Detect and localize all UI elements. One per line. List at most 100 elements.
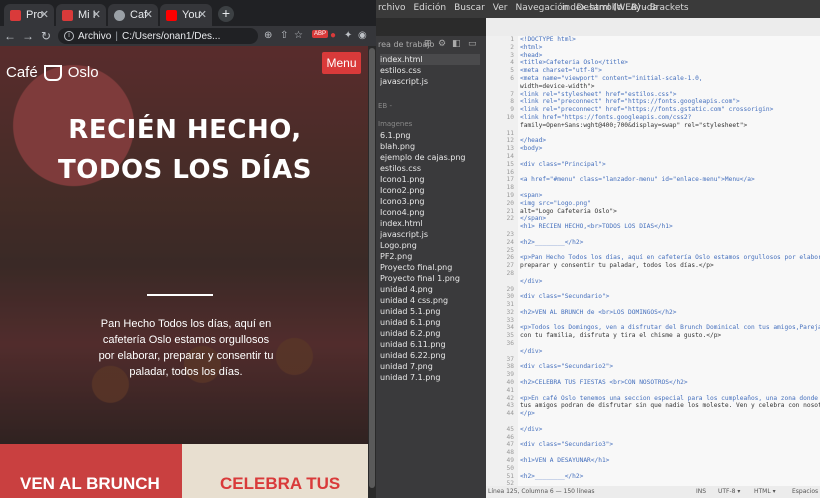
menu-buscar[interactable]: Buscar [454,3,485,13]
code-line[interactable] [520,387,820,395]
code-line[interactable]: <p>Todos los Domingos, ven a disfrutar d… [520,324,820,332]
code-line[interactable]: <link rel="preconnect" href="https://fon… [520,106,820,114]
code-line[interactable]: <h2>CELEBRA TUS FIESTAS <br>CON NOSOTROS… [520,379,820,387]
gear-icon[interactable]: ⚙ [438,39,446,49]
project-file-item[interactable]: ejemplo de cajas.png [380,152,480,163]
close-icon[interactable]: ✕ [144,8,153,21]
star-icon[interactable]: ☆ [294,30,303,41]
forward-button[interactable]: → [20,29,36,43]
code-line[interactable]: </div> [520,278,820,286]
page-scrollbar[interactable] [368,46,376,498]
info-icon[interactable]: i [64,31,74,41]
code-line[interactable]: <p>Pan Hecho Todos los días, aquí en caf… [520,254,820,262]
code-line[interactable] [520,434,820,442]
project-file-item[interactable]: unidad 6.11.png [380,339,480,350]
indent-spaces[interactable]: Espacios [792,488,818,495]
code-line[interactable]: <h1>VEN A DESAYUNAR</h1> [520,457,820,465]
avatar[interactable]: ◉ [358,30,367,41]
project-file-item[interactable]: 6.1.png [380,130,480,141]
collapse-icon[interactable]: ▭ [468,39,477,49]
working-file-item[interactable]: javascript.js [380,76,480,87]
project-file-item[interactable]: unidad 4 css.png [380,295,480,306]
puzzle-icon[interactable]: ✦ [344,30,352,41]
share-icon[interactable]: ⇧ [280,30,288,41]
close-icon[interactable]: ✕ [92,8,101,21]
insert-mode[interactable]: INS [696,488,706,495]
tab-2[interactable]: Mi I ✕ [56,4,106,26]
split-view-icon[interactable]: ◧ [452,39,461,49]
code-content[interactable]: <!DOCTYPE html> <html> <head> <title>Cafete… [520,36,820,486]
menu-button[interactable]: Menu [322,52,361,74]
menu-ver[interactable]: Ver [493,3,508,13]
code-line[interactable] [520,169,820,177]
project-file-item[interactable]: Icono1.png [380,174,480,185]
code-line[interactable] [520,153,820,161]
code-line[interactable] [520,247,820,255]
project-file-item[interactable]: Proyecto final.png [380,262,480,273]
code-line[interactable] [520,340,820,348]
code-line[interactable]: <head> [520,52,820,60]
project-file-item[interactable]: Icono2.png [380,185,480,196]
code-line[interactable]: family=Open+Sans:wght@400;700&display=sw… [520,122,820,130]
code-line[interactable]: <title>Cafeteria Oslo</title> [520,59,820,67]
code-line[interactable]: tus amigos podran de disfrutar sin que n… [520,402,820,410]
code-line[interactable] [520,270,820,278]
code-line[interactable]: <html> [520,44,820,52]
code-line[interactable]: <link href="https://fonts.googleapis.com… [520,114,820,122]
reload-button[interactable]: ↻ [38,29,54,43]
code-line[interactable]: <link rel="preconnect" href="https://fon… [520,98,820,106]
project-file-item[interactable]: PF2.png [380,251,480,262]
code-line[interactable] [520,418,820,426]
code-line[interactable]: <img src="Logo.png" [520,200,820,208]
code-line[interactable] [520,301,820,309]
new-tab-button[interactable]: + [218,6,234,22]
project-file-item[interactable]: unidad 5.1.png [380,306,480,317]
code-line[interactable]: con tu familia, disfruta y tira el chism… [520,332,820,340]
project-file-item[interactable]: unidad 6.22.png [380,350,480,361]
code-line[interactable]: <a href="#menu" class="lanzador-menu" id… [520,176,820,184]
code-line[interactable]: width=device-width"> [520,83,820,91]
site-logo[interactable]: Café Oslo [6,64,99,81]
code-line[interactable] [520,130,820,138]
code-line[interactable]: preparar y consentir tu paladar, todos l… [520,262,820,270]
folder-header[interactable]: Imagenes [378,120,412,128]
code-line[interactable]: </p> [520,410,820,418]
working-file-item[interactable]: index.html [380,54,480,65]
code-line[interactable]: </span> [520,215,820,223]
scrollbar-thumb[interactable] [369,48,375,488]
code-line[interactable] [520,356,820,364]
code-line[interactable]: <h2>VEN AL BRUNCH de <br>LOS DOMINGOS</h… [520,309,820,317]
project-file-item[interactable]: Logo.png [380,240,480,251]
code-line[interactable] [520,465,820,473]
code-line[interactable]: </head> [520,137,820,145]
code-line[interactable]: <body> [520,145,820,153]
code-line[interactable]: <h1> RECIÉN HECHO,<br>TODOS LOS DÍAS</h1… [520,223,820,231]
zoom-icon[interactable]: ⊕ [264,30,272,41]
project-file-item[interactable]: unidad 6.2.png [380,328,480,339]
code-line[interactable] [520,231,820,239]
code-line[interactable]: <div class="Secundario3"> [520,441,820,449]
project-file-item[interactable]: unidad 6.1.png [380,317,480,328]
project-file-item[interactable]: Icono4.png [380,207,480,218]
project-file-item[interactable]: Icono3.png [380,196,480,207]
code-line[interactable]: <!DOCTYPE html> [520,36,820,44]
code-line[interactable]: <div class="Secundario2"> [520,363,820,371]
code-line[interactable] [520,286,820,294]
tab-1[interactable]: Pro ✕ [4,4,54,26]
project-file-item[interactable]: Proyecto final 1.png [380,273,480,284]
code-line[interactable] [520,317,820,325]
code-line[interactable] [520,371,820,379]
project-file-item[interactable]: estilos.css [380,163,480,174]
tab-4[interactable]: You ✕ [160,4,212,26]
code-line[interactable]: <h2>________</h2> [520,239,820,247]
split-icon[interactable]: ⊞ [424,39,432,49]
code-line[interactable]: <h2>________</h2> [520,473,820,481]
adblock-icon[interactable]: ABP [312,30,329,38]
working-file-item[interactable]: estilos.css [380,65,480,76]
code-line[interactable] [520,449,820,457]
code-line[interactable]: <span> [520,192,820,200]
code-line[interactable]: <p>En café Oslo tenemos una seccion espe… [520,395,820,403]
code-line[interactable]: </div> [520,426,820,434]
code-line[interactable]: <link rel="stylesheet" href="estilos.css… [520,91,820,99]
project-file-item[interactable]: unidad 4.png [380,284,480,295]
